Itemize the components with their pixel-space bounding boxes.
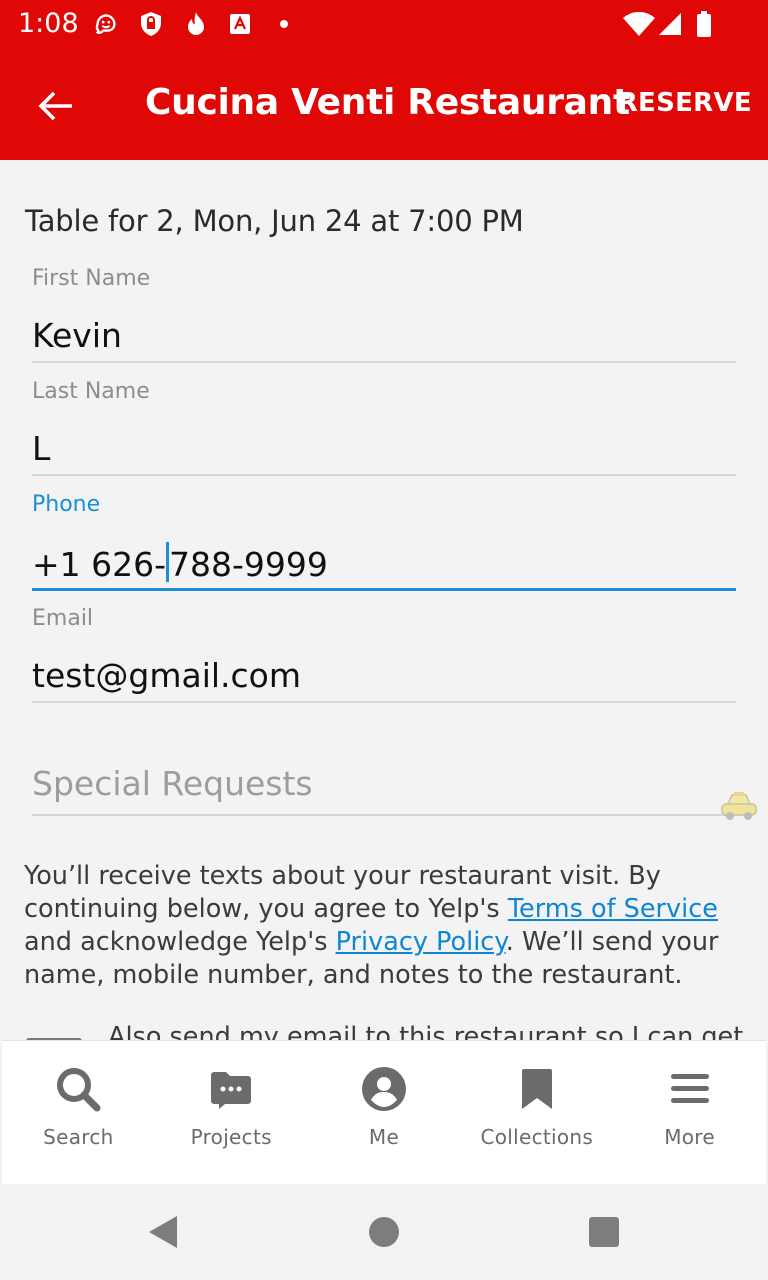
terms-of-service-link[interactable]: Terms of Service <box>508 894 718 924</box>
phone-label: Phone <box>32 492 101 517</box>
nav-label-more: More <box>664 1125 715 1149</box>
waze-icon <box>92 10 120 38</box>
projects-folder-icon <box>207 1065 255 1113</box>
back-button[interactable] <box>28 78 84 134</box>
nav-label-search: Search <box>43 1125 114 1149</box>
menu-icon <box>666 1065 714 1113</box>
triangle-back-icon <box>149 1216 177 1248</box>
special-requests-input[interactable]: Special Requests <box>32 764 313 803</box>
square-recents-icon <box>589 1217 619 1247</box>
dot-icon <box>270 10 298 38</box>
page-title: Cucina Venti Restaurant <box>145 82 630 123</box>
nav-item-projects[interactable]: Projects <box>155 1041 308 1184</box>
bookmark-icon <box>513 1065 561 1113</box>
last-name-label: Last Name <box>32 379 150 404</box>
phone-input[interactable]: +1 626-788-9999 <box>32 542 328 584</box>
special-requests-underline <box>32 814 736 816</box>
search-icon <box>54 1065 102 1113</box>
taxi-icon[interactable] <box>719 790 759 824</box>
nav-label-collections: Collections <box>480 1125 594 1149</box>
system-back-button[interactable] <box>142 1212 182 1252</box>
shield-lock-icon <box>137 10 165 38</box>
system-home-button[interactable] <box>364 1212 404 1252</box>
first-name-label: First Name <box>32 266 151 291</box>
notice-text-2: and acknowledge Yelp's <box>24 927 336 957</box>
reserve-button[interactable]: RESERVE <box>618 88 752 118</box>
email-label: Email <box>32 606 94 631</box>
nav-item-me[interactable]: Me <box>308 1041 461 1184</box>
acrobat-icon <box>226 10 254 38</box>
nav-item-collections[interactable]: Collections <box>460 1041 613 1184</box>
first-name-input[interactable]: Kevin <box>32 316 122 355</box>
nav-label-me: Me <box>368 1125 400 1149</box>
email-field[interactable]: Email test@gmail.com <box>32 606 736 706</box>
status-bar: 1:08 <box>0 0 768 48</box>
system-navigation-bar <box>0 1184 768 1280</box>
privacy-policy-link[interactable]: Privacy Policy <box>336 927 506 957</box>
last-name-underline <box>32 474 736 476</box>
first-name-field[interactable]: First Name Kevin <box>32 266 736 366</box>
battery-icon <box>690 10 718 38</box>
phone-field[interactable]: Phone +1 626-788-9999 <box>32 492 736 592</box>
status-time: 1:08 <box>18 8 79 39</box>
circle-home-icon <box>369 1217 399 1247</box>
nav-item-search[interactable]: Search <box>2 1041 155 1184</box>
last-name-input[interactable]: L <box>32 429 50 468</box>
arrow-left-icon <box>38 91 72 121</box>
nav-label-projects: Projects <box>190 1125 272 1149</box>
reservation-summary: Table for 2, Mon, Jun 24 at 7:00 PM <box>25 204 524 238</box>
first-name-underline <box>32 361 736 363</box>
wifi-icon <box>622 10 656 38</box>
system-recents-button[interactable] <box>584 1212 624 1252</box>
email-optin-row[interactable]: Also send my email to this restaurant so… <box>0 1020 768 1042</box>
app-bar: Cucina Venti Restaurant RESERVE <box>0 48 768 160</box>
terms-notice: You’ll receive texts about your restaura… <box>24 860 744 992</box>
phone-value-end: 788-9999 <box>169 545 328 584</box>
email-underline <box>32 701 736 703</box>
nav-item-more[interactable]: More <box>613 1041 766 1184</box>
phone-underline <box>32 588 736 591</box>
profile-icon <box>360 1065 408 1113</box>
bottom-navigation: Search Projects Me Collections More <box>2 1040 766 1184</box>
fire-icon <box>182 10 210 38</box>
signal-icon <box>656 10 684 38</box>
phone-value-start: +1 626- <box>32 545 167 584</box>
special-requests-field[interactable]: Special Requests <box>32 764 736 820</box>
email-input[interactable]: test@gmail.com <box>32 656 301 695</box>
email-optin-text: Also send my email to this restaurant so… <box>108 1022 744 1042</box>
last-name-field[interactable]: Last Name L <box>32 379 736 479</box>
